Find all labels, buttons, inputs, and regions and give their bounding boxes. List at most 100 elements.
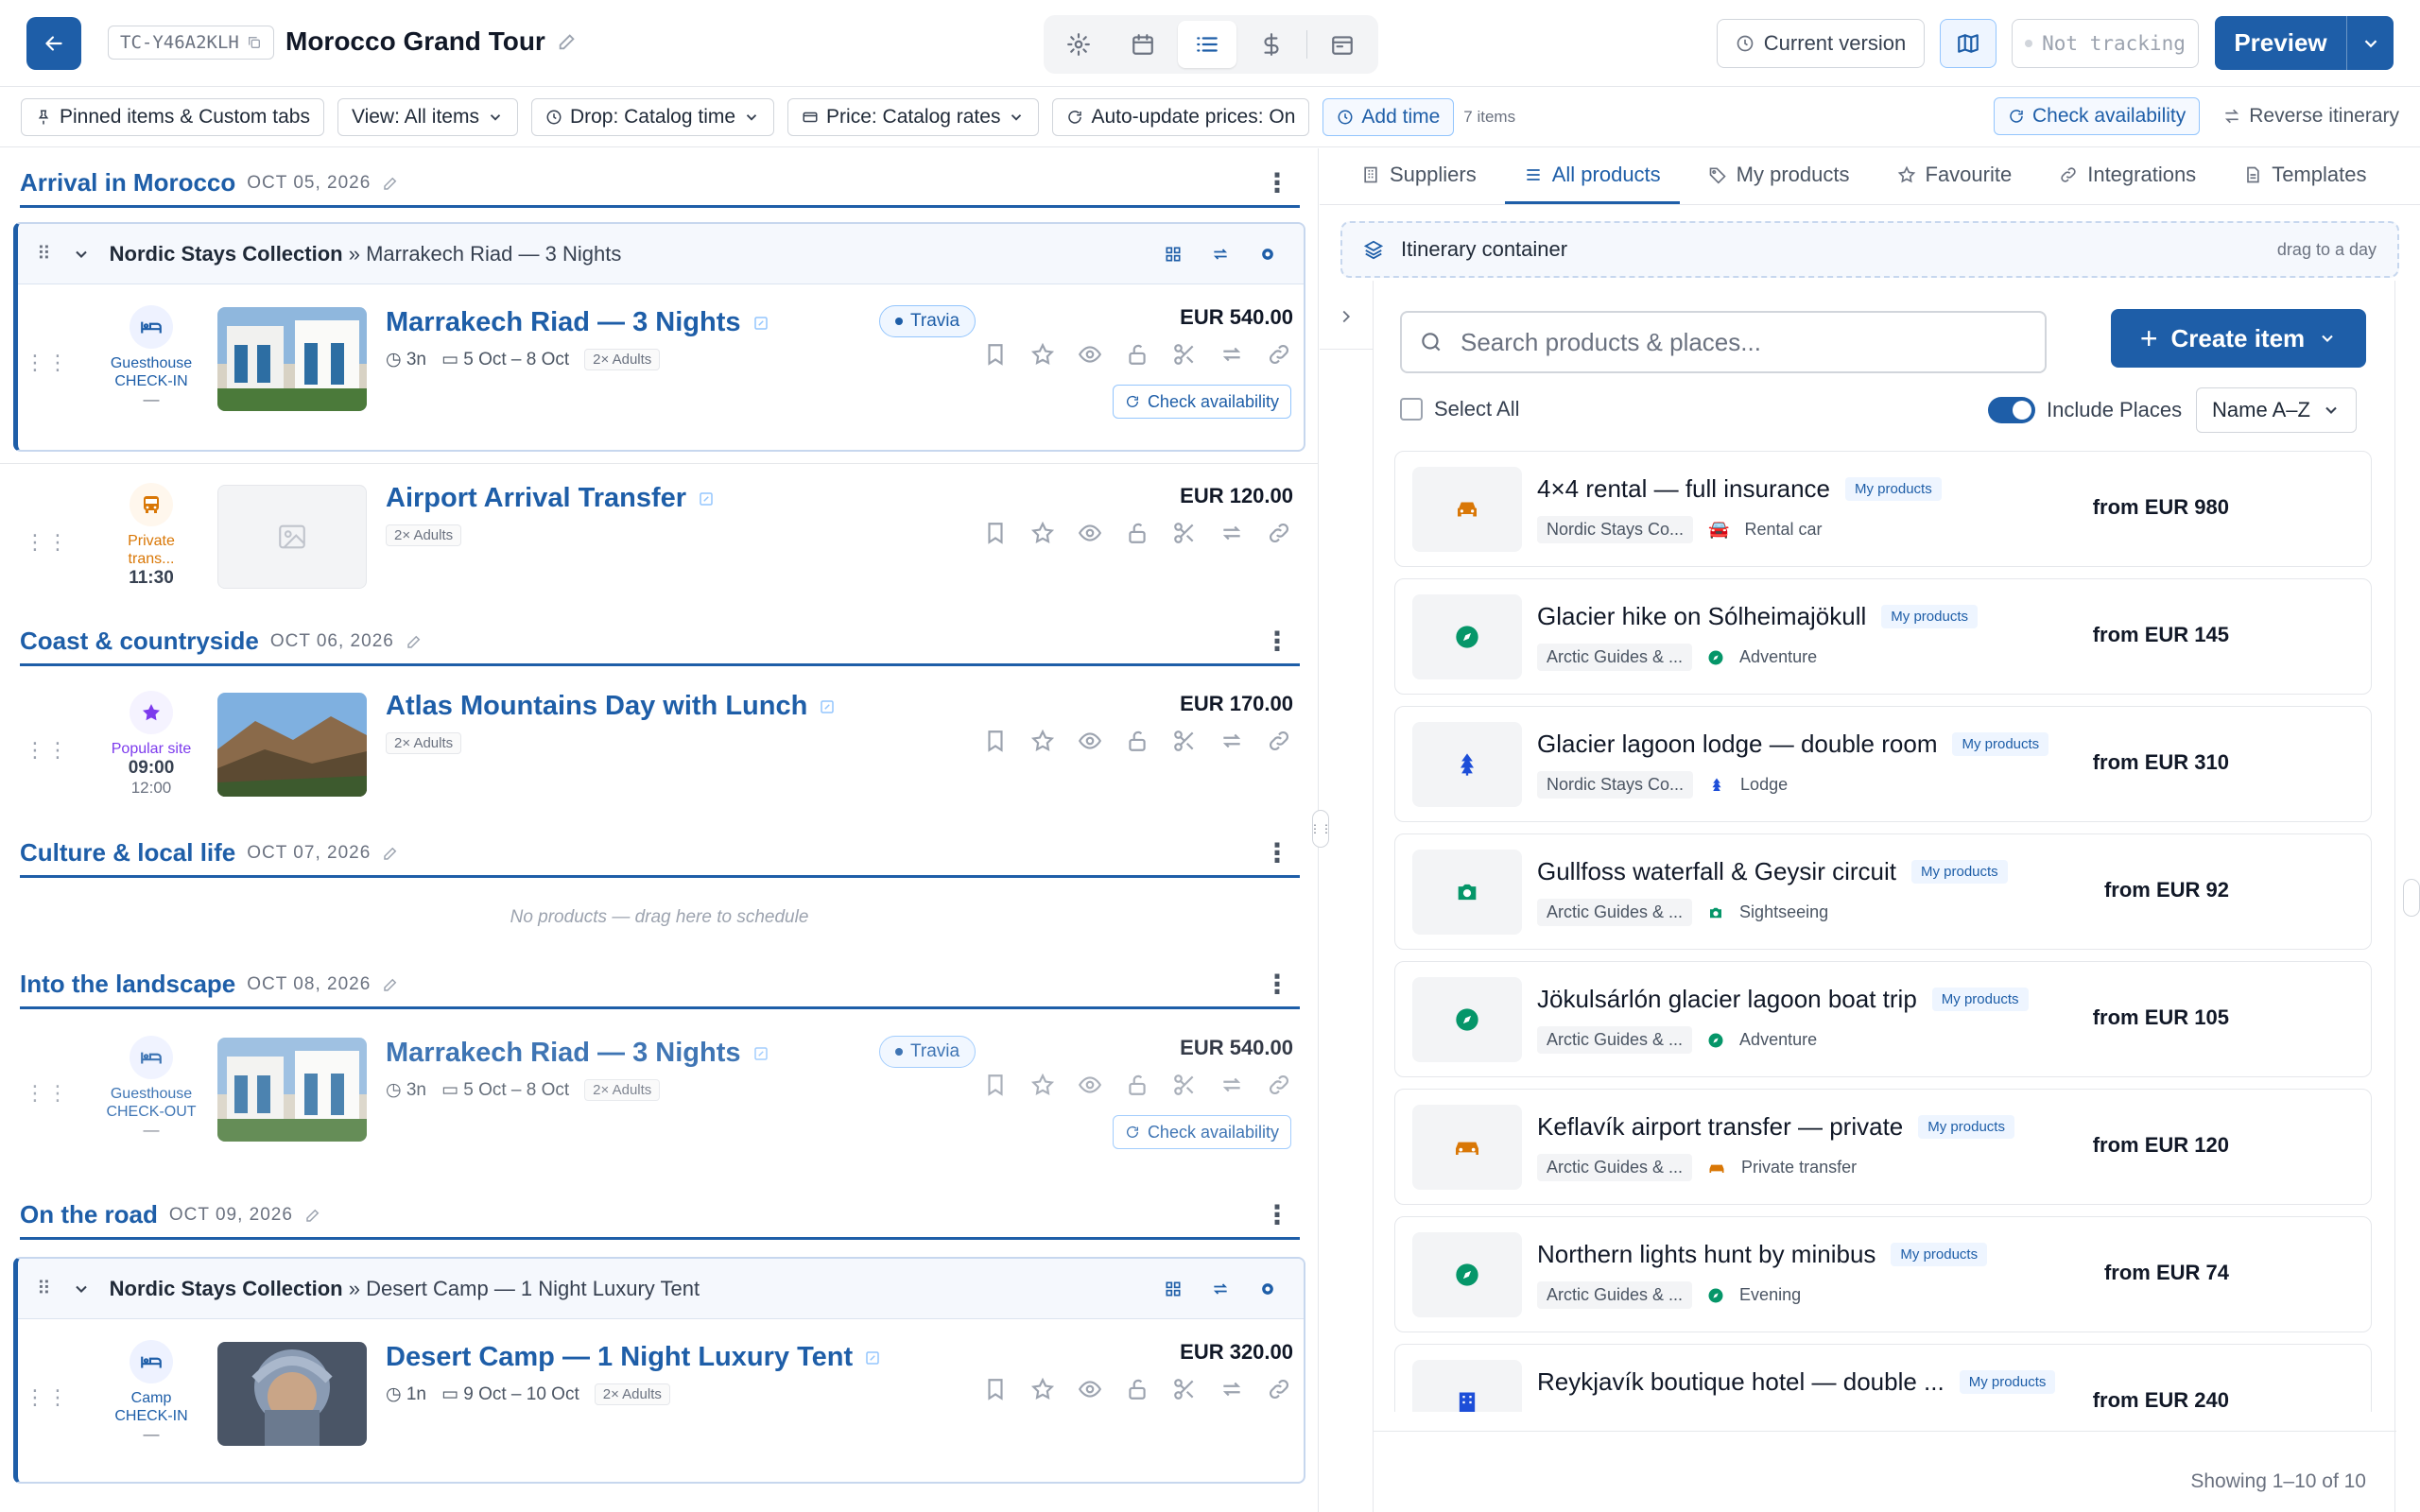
check-availability-button[interactable]: Check availability [1112, 1115, 1291, 1149]
check-availability-button[interactable]: Check availability [1994, 97, 2201, 135]
edit-pencil-icon[interactable] [557, 31, 578, 52]
swap-icon[interactable] [1219, 521, 1244, 545]
link-icon[interactable] [1267, 1073, 1291, 1097]
calendar-view-button[interactable] [1114, 21, 1172, 68]
right-resize-handle[interactable] [2403, 879, 2420, 917]
gear-icon[interactable] [1258, 245, 1277, 264]
eye-icon[interactable] [1078, 521, 1102, 545]
itinerary-item[interactable]: ⋮⋮ Private trans... 11:30 Airport Arriva… [0, 470, 1305, 611]
day-menu-button[interactable]: ⋮ [1264, 627, 1300, 655]
drag-handle-icon[interactable]: ⋮⋮ [25, 1387, 70, 1408]
swap-icon[interactable] [1211, 245, 1230, 264]
select-all[interactable]: Select All [1400, 397, 1520, 421]
pinned-items-button[interactable]: Pinned items & Custom tabs [21, 98, 324, 136]
auto-update-toggle[interactable]: Auto-update prices: On [1052, 98, 1310, 136]
preview-button[interactable]: Preview [2215, 16, 2394, 70]
day-title[interactable]: On the road [20, 1200, 158, 1229]
unlock-icon[interactable] [1125, 342, 1150, 367]
bookmark-icon[interactable] [983, 521, 1008, 545]
create-item-button[interactable]: + Create item [2111, 309, 2366, 368]
scissors-icon[interactable] [1172, 342, 1197, 367]
preview-dropdown[interactable] [2346, 16, 2394, 70]
unlock-icon[interactable] [1125, 521, 1150, 545]
day-menu-button[interactable]: ⋮ [1264, 971, 1300, 998]
link-icon[interactable] [1267, 342, 1291, 367]
scissors-icon[interactable] [1172, 1073, 1197, 1097]
itinerary-item[interactable]: ⋮⋮ Guesthouse CHECK-IN — Marrakech Riad … [0, 290, 1305, 432]
add-time-button[interactable]: Add time [1322, 98, 1455, 136]
itinerary-item[interactable]: ⋮⋮ Guesthouse CHECK-OUT — Marrakech Riad… [0, 1021, 1305, 1162]
drag-handle-icon[interactable]: ⋮⋮ [25, 1083, 70, 1104]
price-mode-dropdown[interactable]: Price: Catalog rates [787, 98, 1040, 136]
star-icon[interactable] [1030, 729, 1055, 753]
product-card[interactable]: Reykjavík boutique hotel — double ... My … [1394, 1344, 2372, 1412]
current-version-button[interactable]: Current version [1717, 19, 1925, 68]
itinerary-item[interactable]: ⋮⋮ Popular site 09:00 12:00 Atlas Mounta… [0, 678, 1305, 819]
star-icon[interactable] [1030, 521, 1055, 545]
drag-handle-icon[interactable]: ⠿ [37, 242, 53, 266]
day-title[interactable]: Arrival in Morocco [20, 168, 235, 198]
swap-icon[interactable] [1219, 342, 1244, 367]
itinerary-item[interactable]: ⋮⋮ Camp CHECK-IN — Desert Camp — 1 Night… [0, 1325, 1305, 1467]
list-view-button[interactable] [1178, 21, 1236, 68]
unlock-icon[interactable] [1125, 729, 1150, 753]
sort-dropdown[interactable]: Name A–Z [2196, 387, 2357, 433]
product-card[interactable]: Glacier lagoon lodge — double room My pro… [1394, 706, 2372, 822]
chevron-down-icon[interactable] [72, 245, 91, 264]
supplier-badge[interactable]: Travia [879, 305, 977, 337]
back-button[interactable] [26, 17, 81, 70]
star-icon[interactable] [1030, 1073, 1055, 1097]
map-button[interactable] [1940, 19, 1996, 68]
product-name[interactable]: Marrakech Riad — 3 Nights [386, 307, 769, 338]
tab-my-products[interactable]: My products [1689, 147, 1869, 204]
drag-handle-icon[interactable]: ⋮⋮ [25, 352, 70, 373]
link-icon[interactable] [1267, 521, 1291, 545]
product-card[interactable]: Northern lights hunt by minibus My produc… [1394, 1216, 2372, 1332]
gear-icon[interactable] [1258, 1280, 1277, 1298]
product-name[interactable]: Atlas Mountains Day with Lunch [386, 691, 836, 722]
product-name[interactable]: Marrakech Riad — 3 Nights [386, 1038, 769, 1069]
pricing-view-button[interactable] [1242, 21, 1301, 68]
chevron-down-icon[interactable] [72, 1280, 91, 1298]
product-name[interactable]: Desert Camp — 1 Night Luxury Tent [386, 1342, 881, 1373]
bookmark-icon[interactable] [983, 1073, 1008, 1097]
reverse-itinerary-button[interactable]: Reverse itinerary [2222, 105, 2399, 128]
tab-favourite[interactable]: Favourite [1878, 147, 2031, 204]
link-icon[interactable] [1267, 729, 1291, 753]
select-all-checkbox[interactable] [1400, 398, 1423, 421]
unlock-icon[interactable] [1125, 1377, 1150, 1401]
drag-handle-icon[interactable]: ⋮⋮ [25, 740, 70, 761]
star-icon[interactable] [1030, 1377, 1055, 1401]
bookmark-icon[interactable] [983, 729, 1008, 753]
drag-handle-icon[interactable]: ⋮⋮ [25, 532, 70, 553]
product-card[interactable]: Jökulsárlón glacier lagoon boat trip My p… [1394, 961, 2372, 1077]
edit-pencil-icon[interactable] [382, 175, 399, 192]
trip-code-chip[interactable]: TC-Y46A2KLH [108, 26, 274, 60]
drop-mode-dropdown[interactable]: Drop: Catalog time [530, 98, 775, 136]
link-icon[interactable] [1267, 1377, 1291, 1401]
swap-icon[interactable] [1219, 1377, 1244, 1401]
edit-pencil-icon[interactable] [304, 1207, 321, 1224]
tracking-status[interactable]: Not tracking [2012, 19, 2199, 68]
tab-integrations[interactable]: Integrations [2040, 147, 2215, 204]
search-input[interactable]: Search products & places... [1400, 311, 2047, 373]
grid-icon[interactable] [1164, 1280, 1183, 1298]
swap-icon[interactable] [1219, 1073, 1244, 1097]
scissors-icon[interactable] [1172, 1377, 1197, 1401]
product-card[interactable]: Gullfoss waterfall & Geysir circuit My pr… [1394, 833, 2372, 950]
unlock-icon[interactable] [1125, 1073, 1150, 1097]
eye-icon[interactable] [1078, 729, 1102, 753]
edit-pencil-icon[interactable] [382, 976, 399, 993]
bookmark-icon[interactable] [983, 1377, 1008, 1401]
edit-pencil-icon[interactable] [382, 845, 399, 862]
day-title[interactable]: Culture & local life [20, 838, 235, 868]
edit-icon[interactable] [864, 1349, 881, 1366]
settings-view-button[interactable] [1049, 21, 1108, 68]
eye-icon[interactable] [1078, 1073, 1102, 1097]
scissors-icon[interactable] [1172, 729, 1197, 753]
tab-templates[interactable]: Templates [2224, 147, 2385, 204]
product-card[interactable]: Keflavík airport transfer — private My pr… [1394, 1089, 2372, 1205]
supplier-badge[interactable]: Travia [879, 1036, 977, 1068]
check-availability-button[interactable]: Check availability [1112, 385, 1291, 419]
day-title[interactable]: Into the landscape [20, 970, 235, 999]
